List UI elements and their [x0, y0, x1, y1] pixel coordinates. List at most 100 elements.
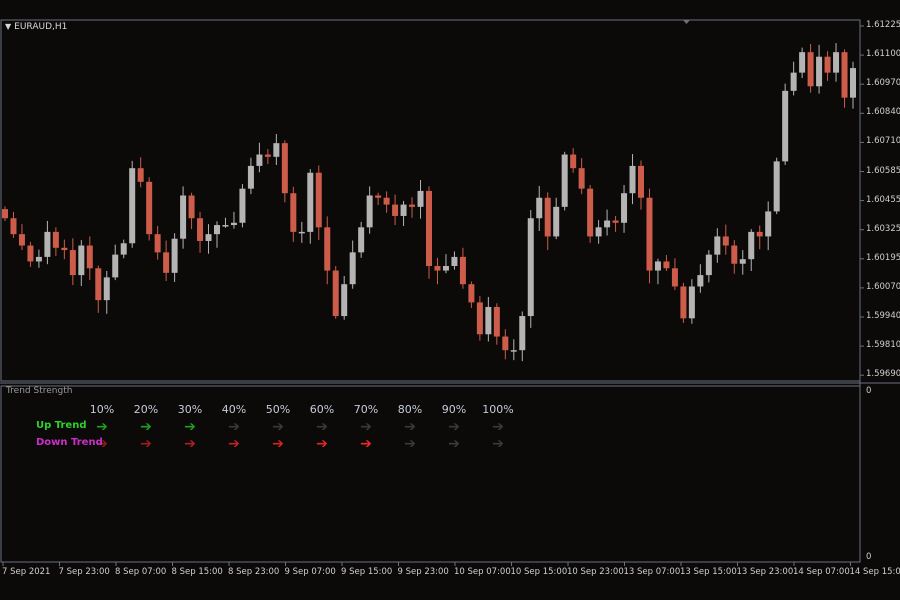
- candle-body: [621, 193, 628, 223]
- candle-body: [332, 270, 339, 317]
- candle-body: [35, 256, 42, 262]
- candle-body: [807, 52, 814, 87]
- strength-level-label: 70%: [353, 403, 379, 416]
- candle-body: [315, 172, 322, 228]
- strength-level-label: 60%: [309, 403, 335, 416]
- candle-body: [850, 68, 856, 98]
- strength-level-label: 50%: [265, 403, 291, 416]
- price-tick-label: 1.60710: [866, 136, 900, 147]
- price-tick-label: 1.60970: [866, 78, 900, 89]
- candle-body: [799, 52, 806, 73]
- price-tick-label: 1.60455: [866, 194, 900, 205]
- candle-body: [392, 204, 399, 216]
- strength-level-label: 40%: [221, 403, 247, 416]
- candle-body: [18, 234, 25, 246]
- candle-body: [69, 250, 76, 276]
- candle-body: [307, 172, 314, 232]
- candle-body: [697, 275, 704, 287]
- candle-body: [230, 222, 237, 226]
- candle-body: [298, 231, 305, 234]
- candle-body: [816, 56, 823, 87]
- candle-body: [324, 227, 331, 271]
- candle-body: [705, 254, 712, 276]
- chart-canvas[interactable]: [0, 0, 900, 600]
- up-trend-arrow-icon: ➔: [360, 419, 372, 435]
- candle-body: [52, 231, 59, 248]
- candle-body: [833, 52, 840, 73]
- candle-body: [273, 143, 280, 157]
- candle-body: [629, 165, 636, 194]
- strength-level-label: 80%: [397, 403, 423, 416]
- candle-body: [468, 284, 475, 303]
- candle-body: [459, 256, 466, 285]
- candle-body: [222, 225, 229, 227]
- time-tick-label: 9 Sep 07:00: [284, 567, 336, 577]
- candle-body: [349, 252, 356, 285]
- candle-body: [790, 72, 797, 91]
- candle-body: [366, 195, 373, 228]
- down-trend-arrow-icon: ➔: [272, 436, 284, 452]
- up-trend-arrow-icon: ➔: [228, 419, 240, 435]
- strength-level-label: 100%: [482, 403, 514, 416]
- price-tick-label: 1.60325: [866, 223, 900, 234]
- candle-body: [154, 234, 161, 253]
- candle-body: [180, 195, 187, 239]
- price-tick-label: 1.60840: [866, 107, 900, 118]
- candle-body: [553, 206, 560, 237]
- candle-body: [714, 236, 721, 255]
- candle-body: [731, 245, 738, 264]
- candle-body: [205, 234, 212, 241]
- candles-layer: [2, 43, 856, 362]
- price-tick-label: 1.59940: [866, 311, 900, 321]
- time-tick-label: 13 Sep 23:00: [736, 567, 794, 577]
- candle-body: [595, 227, 602, 237]
- down-trend-arrow-icon: ➔: [140, 436, 152, 452]
- candle-body: [120, 243, 127, 255]
- candle-body: [44, 231, 51, 257]
- candle-body: [527, 218, 534, 317]
- candle-body: [400, 204, 407, 216]
- down-trend-arrow-icon: ➔: [404, 436, 416, 452]
- price-axis-ticks: [860, 25, 864, 376]
- time-tick-label: 13 Sep 15:00: [680, 567, 737, 577]
- price-tick-label: 1.61225: [866, 20, 900, 30]
- time-tick-label: 10 Sep 15:00: [510, 567, 568, 577]
- candle-body: [638, 165, 644, 198]
- time-tick-label: 7 Sep 23:00: [58, 567, 110, 577]
- candle-body: [680, 286, 687, 319]
- shift-marker-icon[interactable]: [683, 20, 690, 24]
- time-tick-label: 13 Sep 07:00: [623, 567, 681, 577]
- candle-body: [587, 188, 594, 237]
- time-tick-label: 14 Sep 07:00: [793, 567, 850, 577]
- candle-body: [383, 197, 390, 205]
- up-trend-arrow-icon: ➔: [316, 419, 328, 435]
- candle-body: [171, 238, 178, 273]
- candle-body: [137, 168, 144, 182]
- time-tick-label: 8 Sep 15:00: [171, 567, 223, 577]
- candle-body: [103, 277, 110, 301]
- candle-body: [281, 143, 288, 194]
- price-tick-label: 1.60585: [866, 165, 900, 176]
- candle-body: [773, 161, 780, 212]
- strength-level-label: 90%: [441, 403, 467, 416]
- candle-body: [493, 306, 500, 337]
- up-trend-arrow-icon: ➔: [272, 419, 284, 435]
- candle-body: [824, 56, 831, 73]
- candle-body: [485, 306, 492, 335]
- candle-body: [27, 245, 34, 262]
- candle-body: [290, 193, 297, 232]
- strength-level-label: 20%: [133, 403, 159, 416]
- candle-body: [10, 218, 17, 235]
- down-trend-arrow-icon: ➔: [184, 436, 196, 452]
- indicator-scale-top: 0: [866, 386, 872, 396]
- candle-body: [256, 154, 263, 166]
- candle-body: [739, 259, 746, 264]
- triangle-down-icon[interactable]: ▼: [5, 22, 11, 31]
- candle-body: [561, 154, 568, 207]
- symbol-label[interactable]: ▼ EURAUD,H1: [5, 22, 67, 32]
- candle-body: [663, 261, 670, 269]
- time-tick-label: 7 Sep 2021: [2, 567, 51, 577]
- candle-body: [95, 268, 102, 301]
- down-trend-arrow-icon: ➔: [360, 436, 372, 452]
- candle-body: [163, 252, 170, 273]
